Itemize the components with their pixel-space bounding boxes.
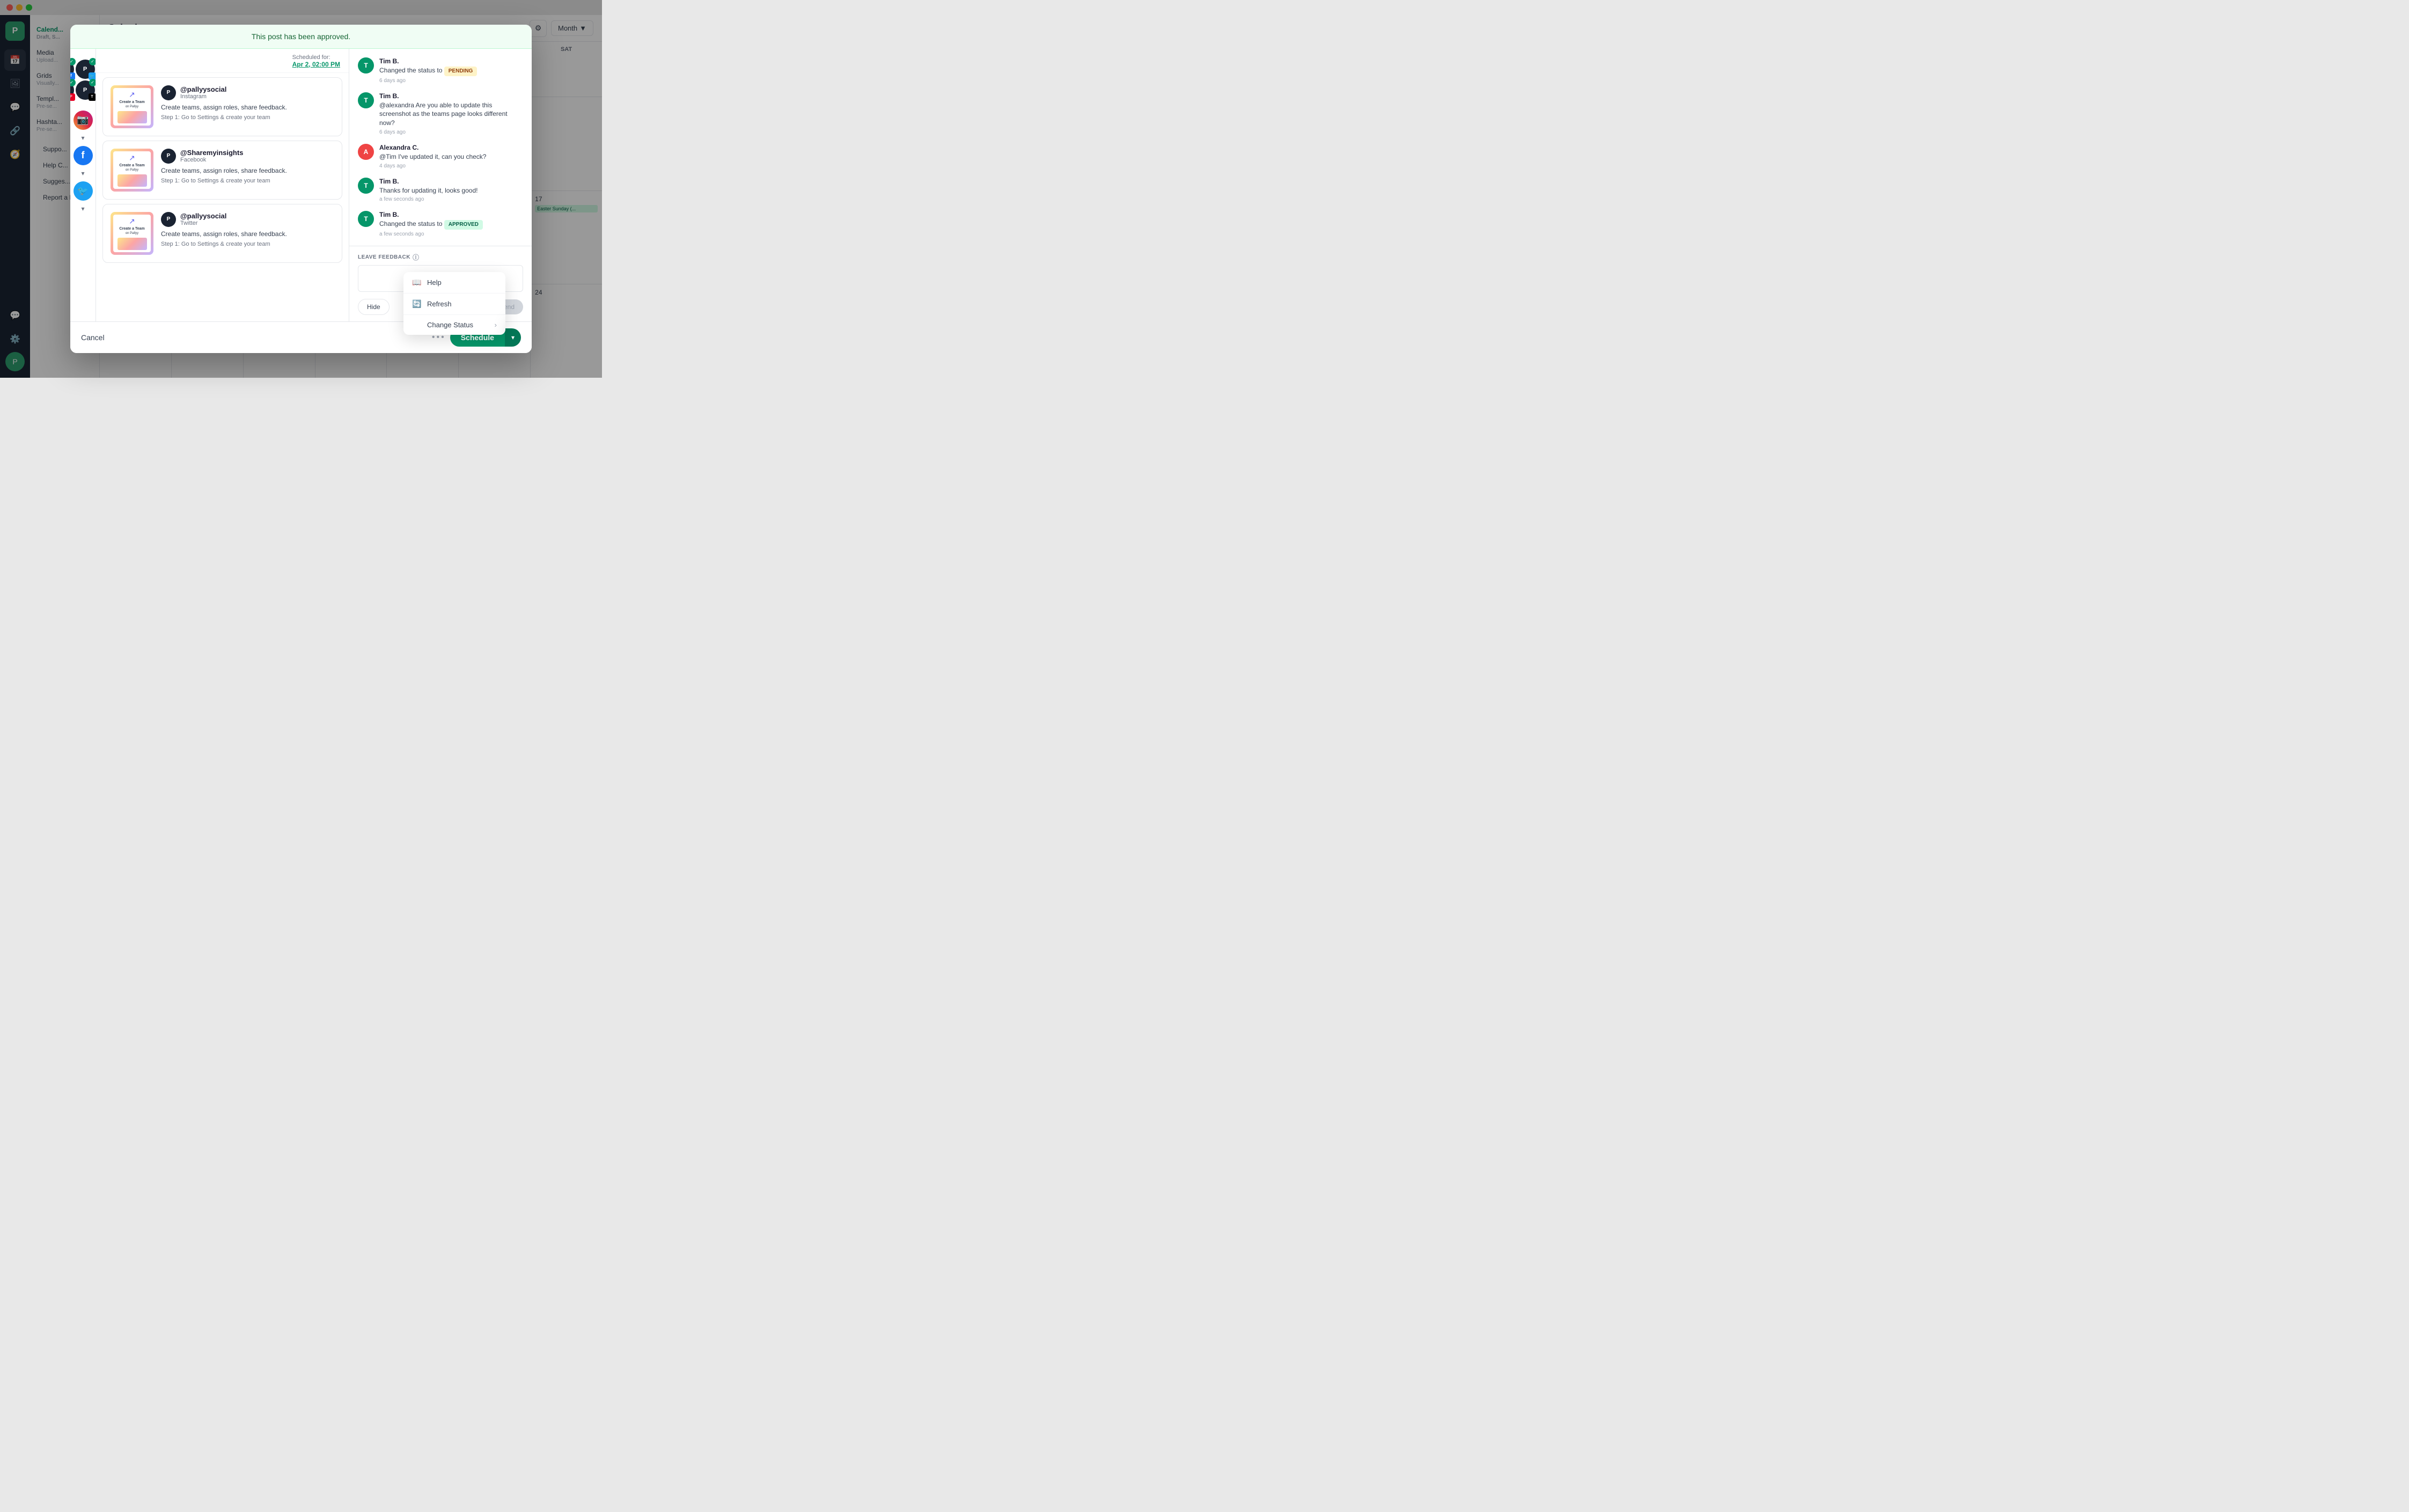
comment-avatar-2: T xyxy=(358,92,374,108)
feedback-label: LEAVE FEEDBACK ⓘ xyxy=(358,253,523,262)
help-icon: ⓘ xyxy=(413,253,420,262)
account-avatar-3: P xyxy=(161,212,176,227)
facebook-chevron-down[interactable]: ▾ xyxy=(75,170,92,177)
cancel-button[interactable]: Cancel xyxy=(81,333,105,342)
posts-panel: P ✓ 📷 P ✓ f P ✓ xyxy=(70,49,349,322)
posts-list: Scheduled for: Apr 2, 02:00 PM ↗ Create … xyxy=(96,49,349,322)
comment-body-2: Tim B. @alexandra Are you able to update… xyxy=(379,92,523,135)
comments-list: T Tim B. Changed the status to PENDING 6… xyxy=(349,49,532,246)
context-menu: 📖 Help 🔄 Refresh Change Status › Pending… xyxy=(403,272,505,335)
pt-badge: P xyxy=(70,93,75,101)
context-menu-refresh[interactable]: 🔄 Refresh xyxy=(403,293,505,315)
comment-item-1: T Tim B. Changed the status to PENDING 6… xyxy=(358,57,523,84)
post-text-2: Create teams, assign roles, share feedba… xyxy=(161,167,334,174)
comment-item-2: T Tim B. @alexandra Are you able to upda… xyxy=(358,92,523,135)
comment-body-3: Alexandra C. @Tim I've updated it, can y… xyxy=(379,144,486,169)
comment-item-5: T Tim B. Changed the status to APPROVED … xyxy=(358,211,523,237)
scheduled-header: Scheduled for: Apr 2, 02:00 PM xyxy=(96,49,349,73)
post-card-instagram: ↗ Create a Team on Pallyy P @pallyysocia… xyxy=(102,77,342,136)
post-card-twitter: ↗ Create a Team on Pallyy P @pallyysocia… xyxy=(102,204,342,263)
post-step-2: Step 1: Go to Settings & create your tea… xyxy=(161,178,334,184)
network-icon-6[interactable]: P ✓ P xyxy=(70,80,74,100)
refresh-icon: 🔄 xyxy=(412,299,422,309)
comment-body-1: Tim B. Changed the status to PENDING 6 d… xyxy=(379,57,477,84)
post-card-facebook: ↗ Create a Team on Pallyy P @Sharemyinsi… xyxy=(102,141,342,200)
comment-body-5: Tim B. Changed the status to APPROVED a … xyxy=(379,211,483,237)
comment-avatar-1: T xyxy=(358,57,374,74)
account-avatar-1: P xyxy=(161,85,176,100)
post-content-3: P @pallyysocial Twitter Create teams, as… xyxy=(161,212,334,247)
side-facebook-icon[interactable]: f xyxy=(74,146,93,165)
instagram-chevron-down[interactable]: ▾ xyxy=(75,134,92,142)
network-icon-2[interactable]: P ✓ f xyxy=(70,60,74,79)
context-menu-change-status[interactable]: Change Status › Pending Approved Denied … xyxy=(403,315,505,335)
schedule-dropdown-arrow[interactable]: ▾ xyxy=(505,328,521,347)
tk-badge: T xyxy=(89,93,96,101)
post-step-3: Step 1: Go to Settings & create your tea… xyxy=(161,241,334,247)
submenu-arrow-icon: › xyxy=(495,321,497,329)
post-content-1: P @pallyysocial Instagram Create teams, … xyxy=(161,85,334,121)
post-account-2: P @Sharemyinsights Facebook xyxy=(161,149,334,164)
post-account-3: P @pallyysocial Twitter xyxy=(161,212,334,227)
context-menu-help[interactable]: 📖 Help xyxy=(403,272,505,293)
twitter-chevron-down[interactable]: ▾ xyxy=(75,205,92,212)
help-menu-icon: 📖 xyxy=(412,278,422,287)
scheduled-date[interactable]: Apr 2, 02:00 PM xyxy=(292,61,340,68)
check-3: ✓ xyxy=(89,58,97,65)
hide-button[interactable]: Hide xyxy=(358,299,390,315)
network-icon-3[interactable]: P ✓ 🐦 xyxy=(76,60,95,79)
account-avatar-2: P xyxy=(161,149,176,164)
check-6: ✓ xyxy=(70,79,76,86)
status-badge-approved: APPROVED xyxy=(444,220,483,230)
post-step-1: Step 1: Go to Settings & create your tea… xyxy=(161,114,334,121)
post-text-3: Create teams, assign roles, share feedba… xyxy=(161,230,334,238)
post-account-1: P @pallyysocial Instagram xyxy=(161,85,334,100)
status-badge-pending: PENDING xyxy=(444,67,478,76)
comment-avatar-4: T xyxy=(358,178,374,194)
side-twitter-icon[interactable]: 🐦 xyxy=(74,181,93,201)
modal-overlay: This post has been approved. P ✓ 📷 xyxy=(0,0,602,378)
comment-body-4: Tim B. Thanks for updating it, looks goo… xyxy=(379,178,478,203)
approval-banner: This post has been approved. xyxy=(70,25,532,49)
comment-avatar-5: T xyxy=(358,211,374,227)
check-7: ✓ xyxy=(89,79,97,86)
post-thumbnail-1: ↗ Create a Team on Pallyy xyxy=(111,85,153,128)
post-thumbnail-3: ↗ Create a Team on Pallyy xyxy=(111,212,153,255)
post-text-1: Create teams, assign roles, share feedba… xyxy=(161,104,334,111)
comment-avatar-3: A xyxy=(358,144,374,160)
networks-column: P ✓ 📷 P ✓ f P ✓ xyxy=(70,49,96,322)
comment-item-3: A Alexandra C. @Tim I've updated it, can… xyxy=(358,144,523,169)
comment-item-4: T Tim B. Thanks for updating it, looks g… xyxy=(358,178,523,203)
network-icon-7[interactable]: P ✓ T xyxy=(76,80,95,100)
side-instagram-icon[interactable]: 📷 xyxy=(74,111,93,130)
check-2: ✓ xyxy=(70,58,76,65)
post-content-2: P @Sharemyinsights Facebook Create teams… xyxy=(161,149,334,184)
post-thumbnail-2: ↗ Create a Team on Pallyy xyxy=(111,149,153,192)
